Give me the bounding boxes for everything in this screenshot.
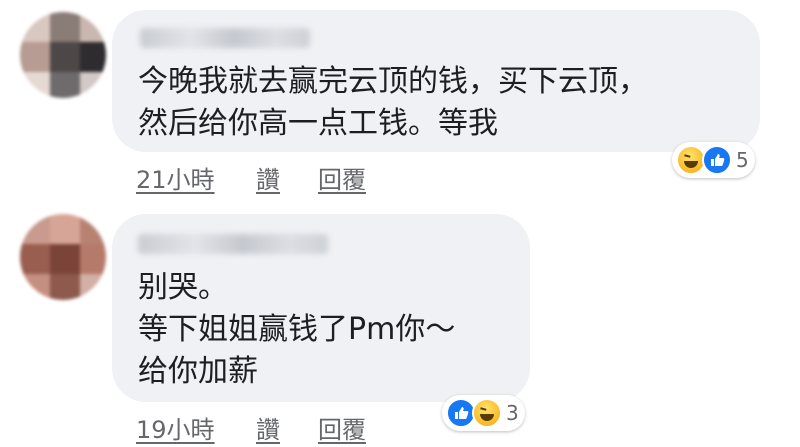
reaction-count: 3 — [506, 401, 519, 425]
comment-bubble: 今晚我就去赢完云顶的钱，买下云顶， 然后给你高一点工钱。等我 — [112, 10, 760, 152]
like-link[interactable]: 讚 — [256, 410, 280, 445]
like-link[interactable]: 讚 — [256, 160, 280, 195]
avatar[interactable] — [20, 12, 106, 98]
comment-timestamp[interactable]: 21小時 — [136, 160, 215, 195]
comment-text-line: 给你加薪 — [138, 354, 258, 389]
reaction-summary[interactable]: 3 — [442, 395, 525, 431]
like-reaction-icon — [702, 145, 732, 175]
comment-bubble: 别哭。 等下姐姐赢钱了Pm你～ 给你加薪 — [112, 214, 530, 402]
commenter-name[interactable] — [140, 28, 310, 48]
reaction-summary[interactable]: 5 — [672, 142, 755, 178]
avatar[interactable] — [20, 214, 106, 300]
reply-link[interactable]: 回覆 — [318, 410, 366, 445]
comment-text-line: 然后给你高一点工钱。等我 — [138, 106, 498, 141]
comment-text-line: 别哭。 — [138, 270, 228, 305]
commenter-name[interactable] — [138, 234, 328, 254]
haha-reaction-icon — [472, 398, 502, 428]
reply-link[interactable]: 回覆 — [318, 160, 366, 195]
reaction-count: 5 — [736, 148, 749, 172]
comment-text-line: 今晚我就去赢完云顶的钱，买下云顶， — [138, 64, 648, 99]
comment-timestamp[interactable]: 19小時 — [136, 410, 215, 445]
comment-text-line: 等下姐姐赢钱了Pm你～ — [138, 312, 456, 347]
